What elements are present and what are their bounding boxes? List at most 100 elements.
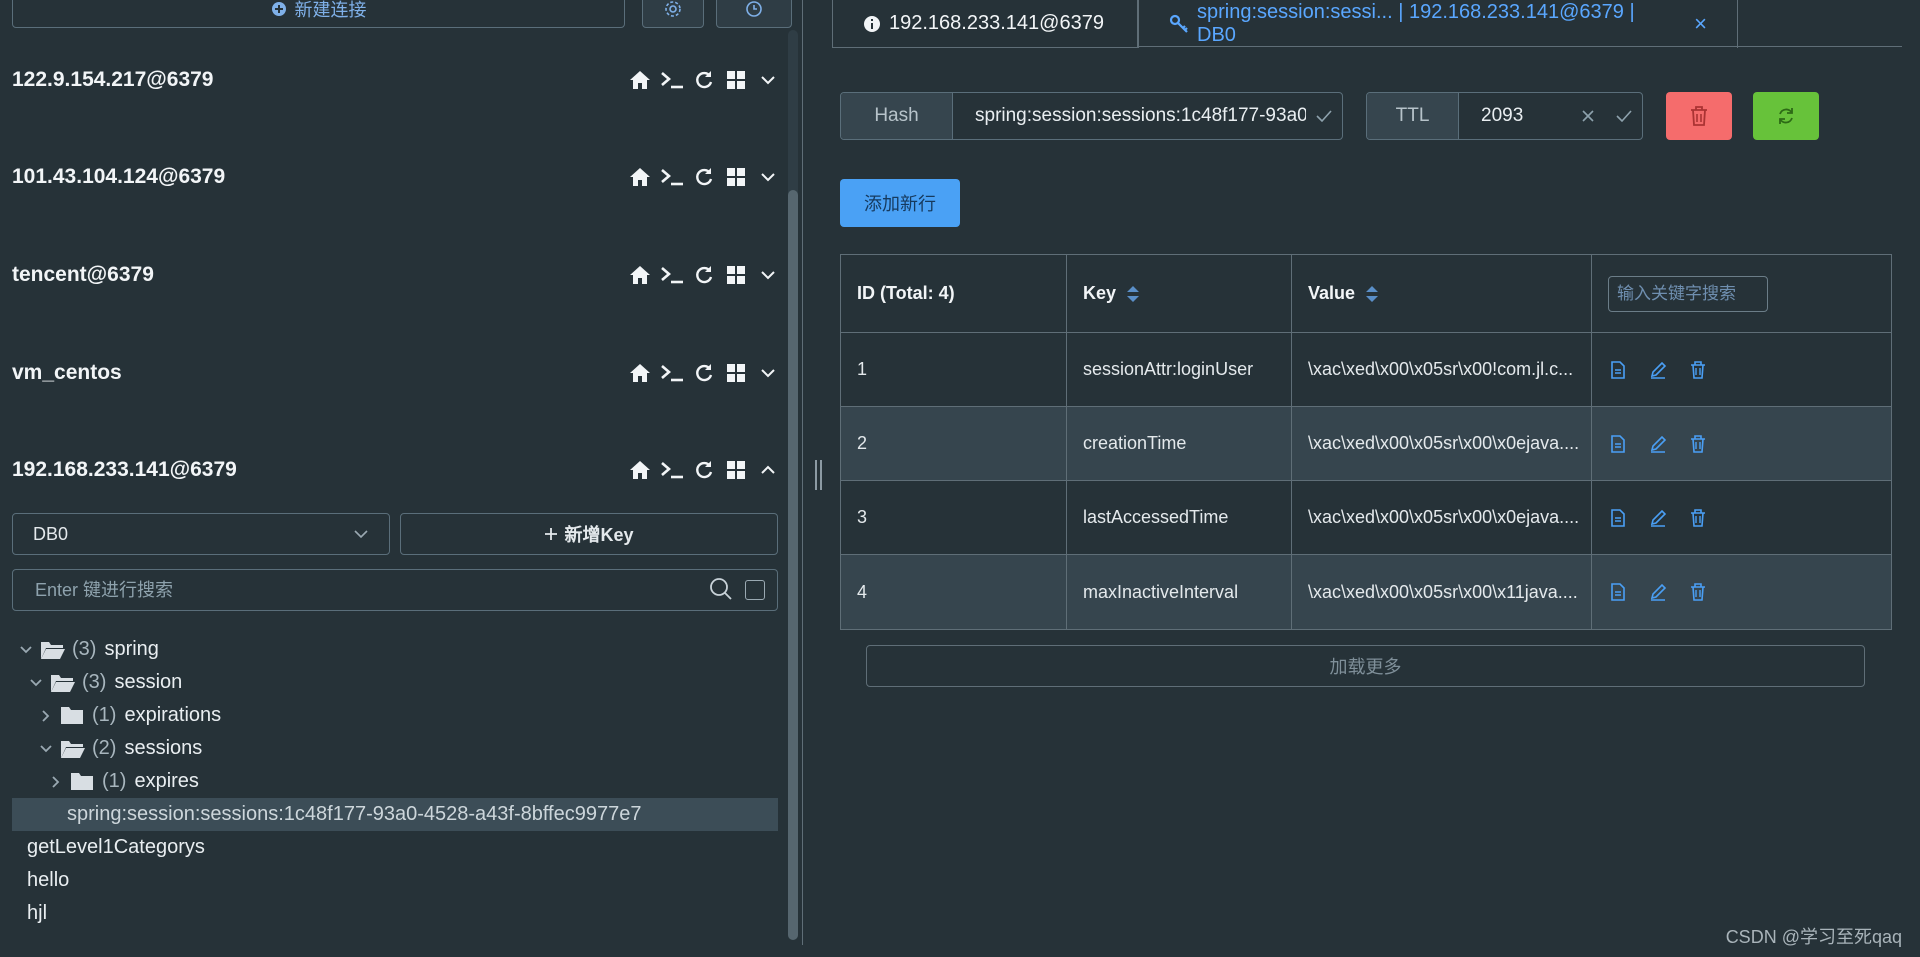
header-key-label: Key [1083,283,1117,303]
grid-icon[interactable] [724,458,748,482]
resize-handle[interactable] [815,460,823,490]
key-search-input[interactable] [35,579,709,601]
ttl-value[interactable]: 2093 [1459,105,1570,127]
sort-icon[interactable] [1365,285,1379,303]
key-name-value[interactable]: spring:session:sessions:1c48f177-93a0 [953,105,1306,127]
trash-icon[interactable] [1688,582,1708,602]
sort-icon[interactable] [1126,285,1140,303]
tab-bar: 192.168.233.141@6379 spring:session:sess… [832,0,1902,48]
connection-row[interactable]: 122.9.154.217@6379 [0,50,780,110]
edit-icon[interactable] [1648,434,1668,454]
folder-open-icon [60,738,86,760]
table-search-input[interactable] [1608,275,1768,312]
tree-folder[interactable]: (1) expirations [12,699,778,732]
row-actions [1592,555,1891,629]
row-actions [1592,333,1891,406]
new-key-button[interactable]: 新增Key [400,513,778,555]
chevron-down-icon[interactable] [38,741,54,757]
grid-icon[interactable] [724,263,748,287]
chevron-down-icon[interactable] [756,361,780,385]
tab-connection-info[interactable]: 192.168.233.141@6379 [832,0,1138,48]
left-scrollbar[interactable] [788,30,798,940]
exact-match-checkbox[interactable] [745,580,765,600]
home-icon[interactable] [628,165,652,189]
chevron-right-icon[interactable] [38,708,54,724]
refresh-icon[interactable] [692,263,716,287]
terminal-icon[interactable] [660,458,684,482]
home-icon[interactable] [628,68,652,92]
chevron-down-icon[interactable] [18,642,34,658]
edit-icon[interactable] [1648,360,1668,380]
home-icon[interactable] [628,458,652,482]
chevron-down-icon[interactable] [756,263,780,287]
tree-key[interactable]: hello [12,864,778,897]
tree-key[interactable]: hjl [12,897,778,930]
header-value[interactable]: Value [1292,255,1592,332]
scrollbar-thumb[interactable] [788,190,798,940]
tree-folder[interactable]: (2) sessions [12,732,778,765]
chevron-right-icon[interactable] [48,774,64,790]
close-icon[interactable]: × [1694,11,1707,37]
tree-label: expires [134,770,199,792]
connection-row[interactable]: 101.43.104.124@6379 [0,147,780,207]
search-icon[interactable] [709,577,735,603]
chevron-up-icon[interactable] [756,458,780,482]
tree-folder[interactable]: (3) spring [12,633,778,666]
connection-name: 101.43.104.124@6379 [12,165,226,188]
table-row: 2 creationTime \xac\xed\x00\x05sr\x00\x0… [841,407,1891,481]
db-select[interactable]: DB0 [12,513,390,555]
chevron-down-icon[interactable] [756,165,780,189]
settings-button[interactable] [642,0,704,28]
trash-icon[interactable] [1688,360,1708,380]
terminal-icon[interactable] [660,165,684,189]
home-icon[interactable] [628,263,652,287]
refresh-icon[interactable] [692,458,716,482]
load-more-button[interactable]: 加载更多 [866,645,1865,687]
document-icon[interactable] [1608,508,1628,528]
tree-count: (2) [92,737,117,759]
history-button[interactable] [716,0,792,28]
tree-key-selected[interactable]: spring:session:sessions:1c48f177-93a0-45… [12,798,778,831]
chevron-down-icon[interactable] [28,675,44,691]
grid-icon[interactable] [724,165,748,189]
tree-folder[interactable]: (3) session [12,666,778,699]
grid-icon[interactable] [724,68,748,92]
plus-circle-icon [271,1,287,17]
document-icon[interactable] [1608,582,1628,602]
trash-icon[interactable] [1688,434,1708,454]
tree-key[interactable]: getLevel1Categorys [12,831,778,864]
home-icon[interactable] [628,361,652,385]
header-key[interactable]: Key [1067,255,1292,332]
edit-icon[interactable] [1648,508,1668,528]
tab-key-detail[interactable]: spring:session:sessi... | 192.168.233.14… [1138,0,1738,48]
check-icon[interactable] [1606,110,1642,122]
document-icon[interactable] [1608,360,1628,380]
tree-count: (3) [82,671,107,693]
refresh-icon[interactable] [692,165,716,189]
connection-row[interactable]: tencent@6379 [0,245,780,305]
connection-row[interactable]: vm_centos [0,343,780,403]
tree-folder[interactable]: (1) expires [12,765,778,798]
document-icon[interactable] [1608,434,1628,454]
new-connection-button[interactable]: 新建连接 [12,0,625,28]
terminal-icon[interactable] [660,361,684,385]
connection-row-active[interactable]: 192.168.233.141@6379 [0,440,780,500]
check-icon[interactable] [1306,110,1342,122]
connection-actions [628,165,780,189]
add-row-button[interactable]: 添加新行 [840,179,960,227]
clear-icon[interactable] [1570,109,1606,123]
trash-icon [1690,106,1708,126]
tree-label: session [114,671,183,693]
trash-icon[interactable] [1688,508,1708,528]
key-icon [1169,14,1189,34]
delete-key-button[interactable] [1666,92,1732,140]
chevron-down-icon[interactable] [756,68,780,92]
edit-icon[interactable] [1648,582,1668,602]
terminal-icon[interactable] [660,68,684,92]
refresh-icon[interactable] [692,68,716,92]
refresh-icon[interactable] [692,361,716,385]
row-key: lastAccessedTime [1067,481,1292,554]
terminal-icon[interactable] [660,263,684,287]
grid-icon[interactable] [724,361,748,385]
refresh-key-button[interactable] [1753,92,1819,140]
